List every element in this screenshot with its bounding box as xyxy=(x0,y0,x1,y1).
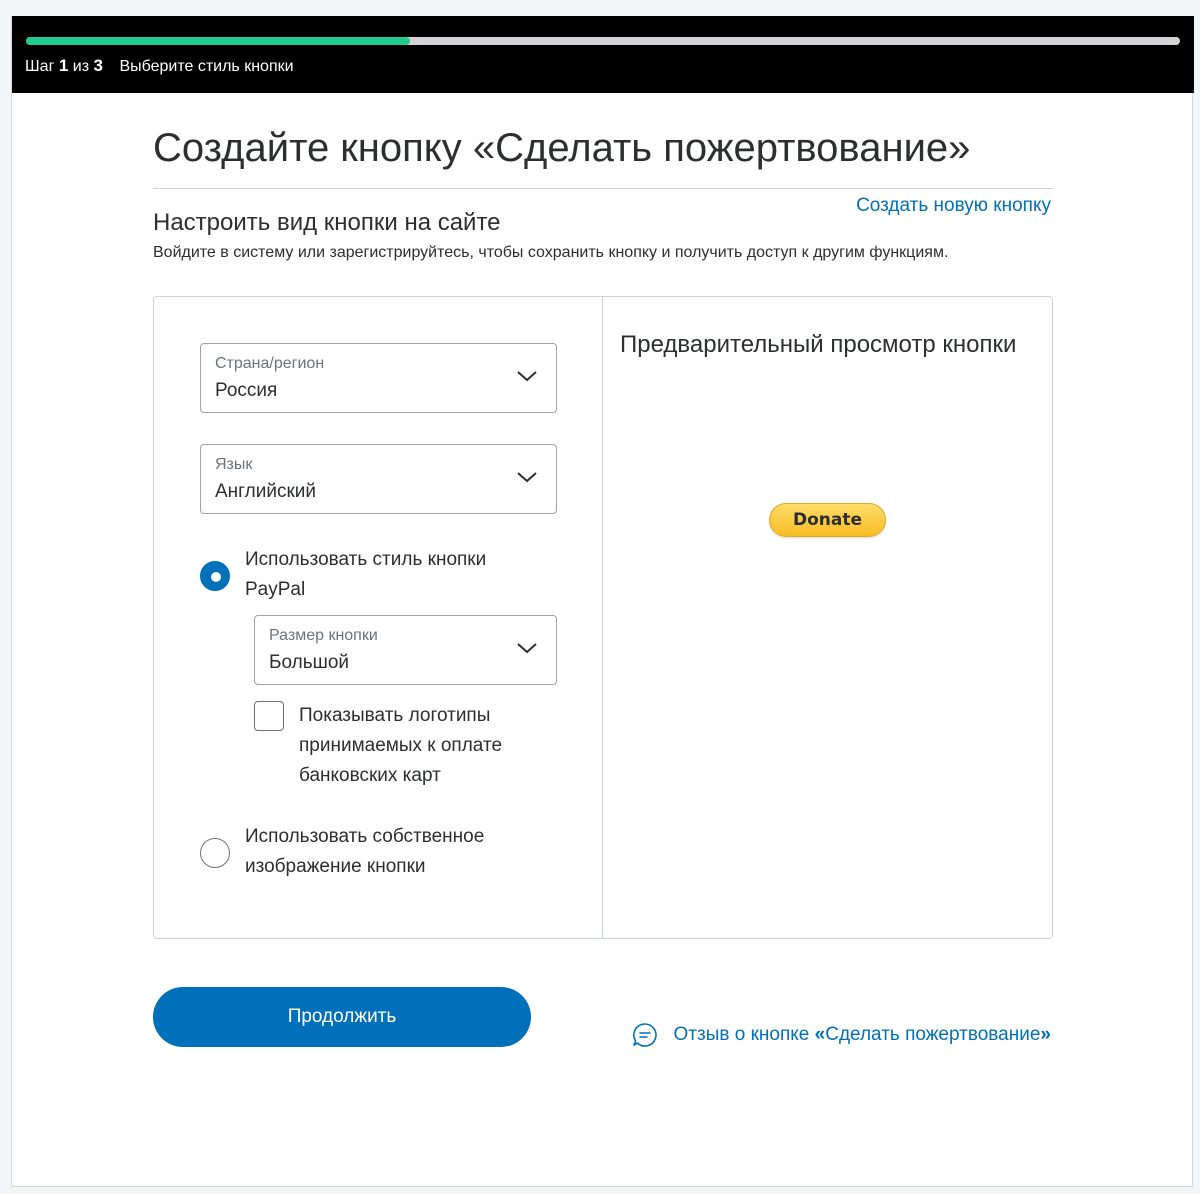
size-label: Размер кнопки xyxy=(269,627,378,644)
radio-custom-image-label[interactable]: Использовать собственное изображение кно… xyxy=(245,822,484,882)
donate-button-preview[interactable]: Donate xyxy=(769,503,886,537)
country-select[interactable]: Страна/регион Россия xyxy=(200,343,557,413)
step-indicator: Шаг 1 из 3 Выберите стиль кнопки xyxy=(25,56,294,77)
continue-button[interactable]: Продолжить xyxy=(153,987,531,1047)
card-logos-line2: принимаемых к оплате xyxy=(299,735,503,756)
config-card: Страна/регион Россия Язык Английский Исп… xyxy=(153,296,1053,939)
step-current: 1 xyxy=(58,56,69,75)
language-value: Английский xyxy=(215,481,317,502)
chevron-down-icon xyxy=(517,643,537,654)
page-title: Создайте кнопку «Сделать пожертвование» xyxy=(153,126,971,170)
title-divider xyxy=(153,188,1053,189)
chevron-down-icon xyxy=(517,472,537,483)
language-select[interactable]: Язык Английский xyxy=(200,444,557,514)
feedback-close-quote: » xyxy=(1040,1024,1051,1045)
feedback-link[interactable]: Отзыв о кнопке «Сделать пожертвование» xyxy=(674,1024,1051,1046)
card-logos-line3: банковских карт xyxy=(299,765,441,786)
radio-custom-line1: Использовать собственное xyxy=(245,826,485,847)
feedback-prefix: Отзыв о кнопке xyxy=(673,1024,815,1045)
page-frame: Шаг 1 из 3 Выберите стиль кнопки Создайт… xyxy=(11,16,1194,1187)
radio-custom-image[interactable] xyxy=(200,838,230,868)
radio-custom-line2: изображение кнопки xyxy=(245,856,426,877)
section-title: Настроить вид кнопки на сайте xyxy=(153,209,501,236)
card-logos-checkbox[interactable] xyxy=(254,701,284,731)
card-divider xyxy=(602,297,603,938)
radio-paypal-style-label[interactable]: Использовать стиль кнопки PayPal xyxy=(245,545,486,605)
progress-bar xyxy=(26,37,1180,45)
step-title: Выберите стиль кнопки xyxy=(119,58,294,75)
step-total: 3 xyxy=(93,56,103,75)
chevron-down-icon xyxy=(517,371,537,382)
progress-fill xyxy=(26,37,411,45)
step-header: Шаг 1 из 3 Выберите стиль кнопки xyxy=(12,16,1194,93)
button-size-select[interactable]: Размер кнопки Большой xyxy=(254,615,557,685)
section-subtitle: Войдите в систему или зарегистрируйтесь,… xyxy=(153,244,949,261)
step-of: из xyxy=(72,58,90,75)
radio-paypal-style[interactable] xyxy=(200,561,230,591)
radio-paypal-line2: PayPal xyxy=(245,579,306,600)
country-label: Страна/регион xyxy=(215,355,325,372)
language-label: Язык xyxy=(215,456,253,473)
feedback-link-row[interactable]: Отзыв о кнопке «Сделать пожертвование» xyxy=(632,1022,1051,1048)
feedback-chat-icon xyxy=(632,1023,657,1047)
country-value: Россия xyxy=(215,380,278,401)
create-new-button-link[interactable]: Создать новую кнопку xyxy=(856,195,1051,217)
step-word: Шаг xyxy=(25,58,55,75)
size-value: Большой xyxy=(269,652,350,673)
card-logos-line1: Показывать логотипы xyxy=(299,705,491,726)
radio-paypal-line1: Использовать стиль кнопки xyxy=(245,549,487,570)
preview-title: Предварительный просмотр кнопки xyxy=(620,331,1017,358)
feedback-open-quote: « xyxy=(814,1024,826,1045)
card-logos-label[interactable]: Показывать логотипы принимаемых к оплате… xyxy=(299,701,502,791)
feedback-name: Сделать пожертвование xyxy=(825,1024,1041,1045)
